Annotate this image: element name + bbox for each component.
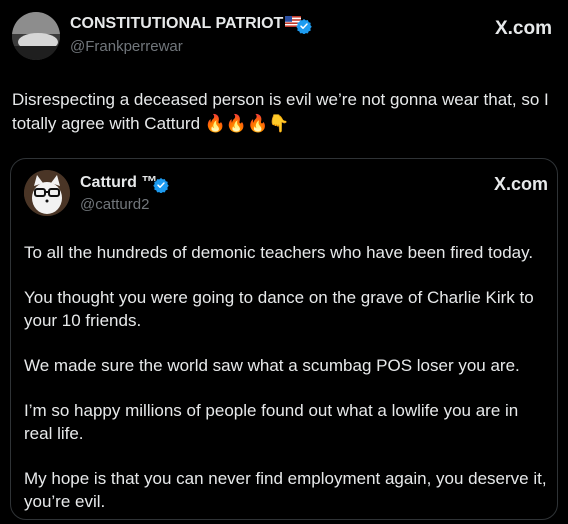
post-text: Disrespecting a deceased person is evil … xyxy=(12,90,549,133)
avatar[interactable] xyxy=(12,12,60,60)
quoted-avatar[interactable] xyxy=(24,170,70,216)
quoted-paragraph: We made sure the world saw what a scumba… xyxy=(24,356,520,375)
x-logo-link[interactable]: X.com xyxy=(495,18,552,40)
quoted-x-logo-link[interactable]: X.com xyxy=(494,174,548,195)
cat-avatar-image xyxy=(24,170,70,216)
quoted-paragraph: I’m so happy millions of people found ou… xyxy=(24,401,519,443)
quoted-author-name[interactable]: Catturd ™ xyxy=(80,174,157,192)
quoted-author-handle[interactable]: @catturd2 xyxy=(80,196,149,213)
quoted-paragraph: My hope is that you can never find emplo… xyxy=(24,469,547,511)
verified-badge-icon xyxy=(153,178,169,193)
avatar-image xyxy=(12,12,60,60)
post-card: CONSTITUTIONAL PATRIOT @Frankperrewar X.… xyxy=(0,0,568,524)
author-name[interactable]: CONSTITUTIONAL PATRIOT xyxy=(70,15,302,33)
author-handle[interactable]: @Frankperrewar xyxy=(70,38,183,55)
verified-badge-icon xyxy=(296,19,312,34)
quoted-paragraph: To all the hundreds of demonic teachers … xyxy=(24,243,534,262)
quoted-post-text: To all the hundreds of demonic teachers … xyxy=(24,241,548,513)
quoted-paragraph: You thought you were going to dance on t… xyxy=(24,288,534,330)
author-name-text: CONSTITUTIONAL PATRIOT xyxy=(70,15,284,32)
